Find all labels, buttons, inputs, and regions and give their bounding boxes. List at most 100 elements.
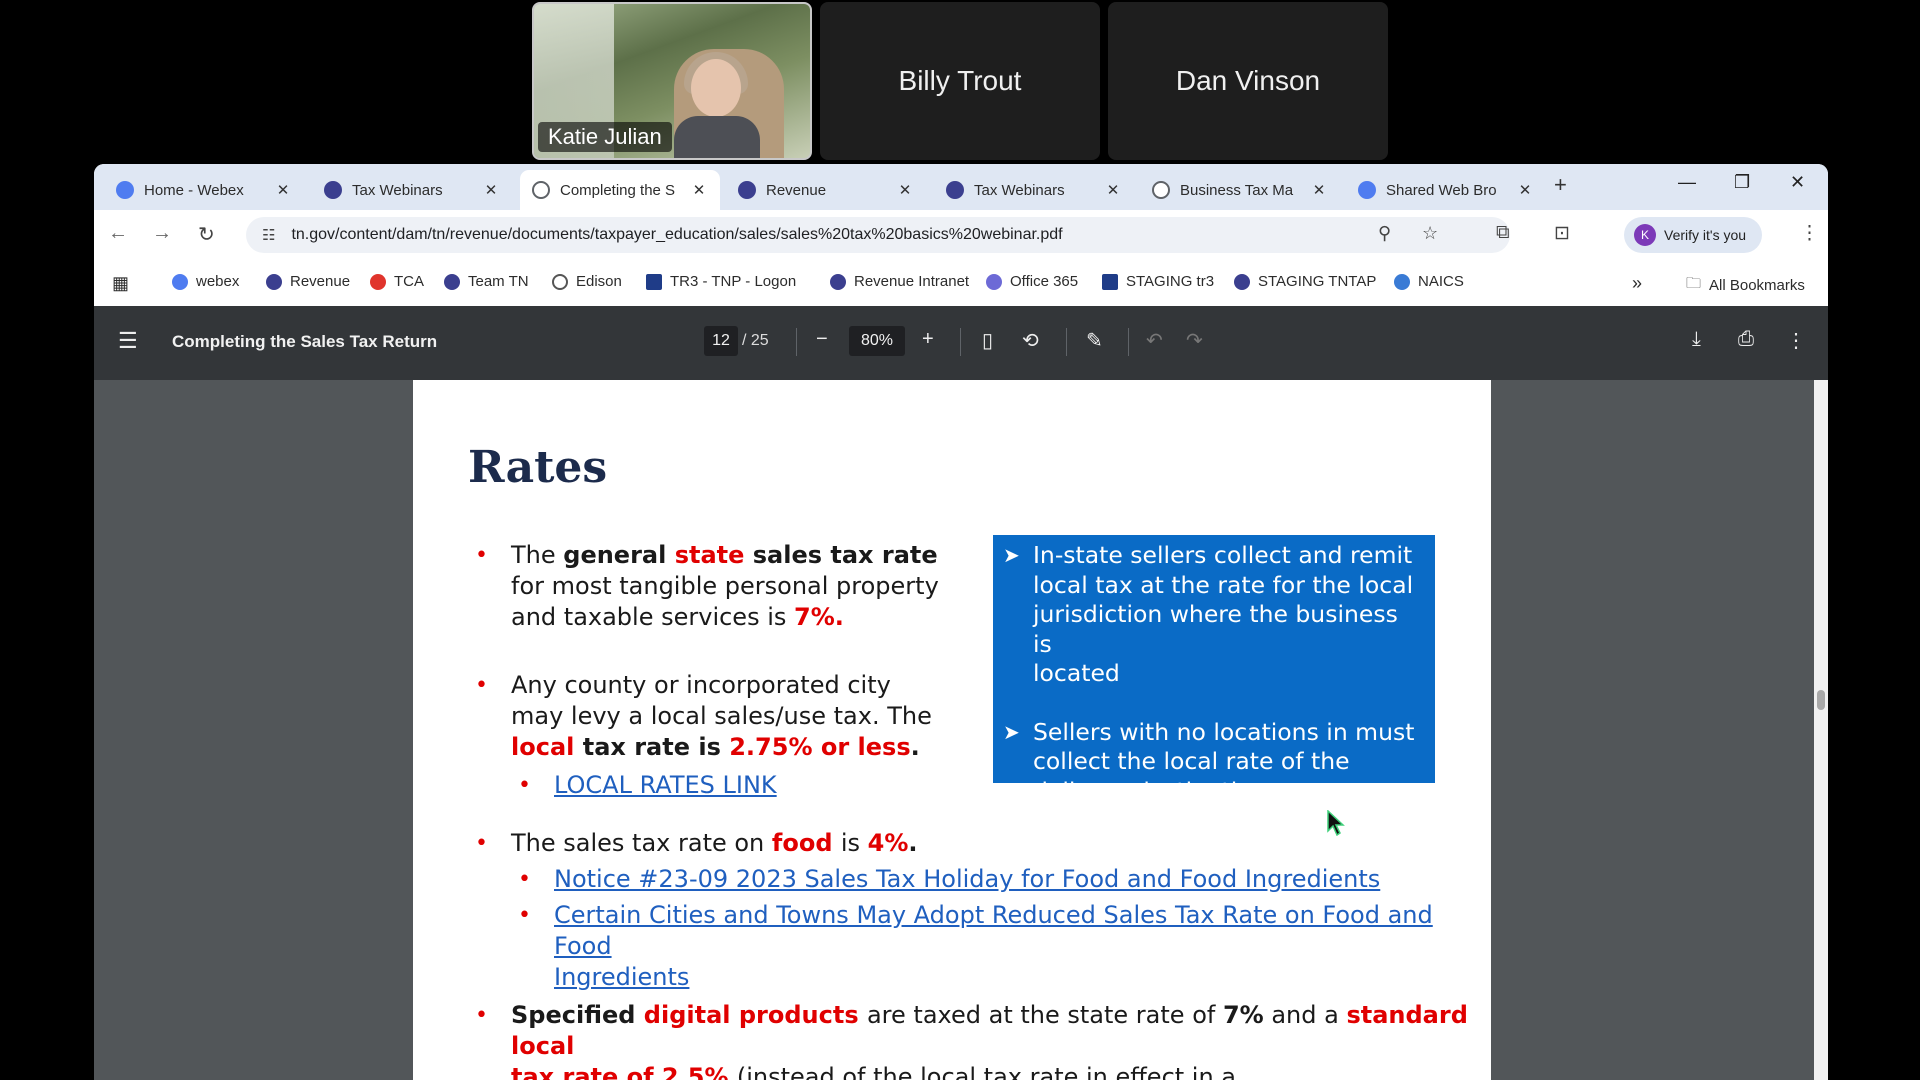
text: sales tax rate bbox=[752, 541, 938, 569]
star-icon[interactable]: ☆ bbox=[1422, 223, 1438, 244]
bookmark-naics[interactable]: NAICS bbox=[1394, 273, 1464, 290]
bookmark-staging-tntap[interactable]: STAGING TNTAP bbox=[1234, 273, 1376, 290]
participant-tile-video[interactable]: Katie Julian bbox=[532, 2, 812, 160]
bookmark-label: Revenue Intranet bbox=[854, 273, 970, 290]
bookmark-team-tn[interactable]: Team TN bbox=[444, 273, 529, 290]
close-icon[interactable]: ✕ bbox=[1516, 181, 1534, 199]
close-window-icon[interactable]: ✕ bbox=[1790, 172, 1805, 193]
text: 7% bbox=[1222, 1001, 1264, 1029]
tn-seal-icon bbox=[444, 273, 460, 290]
zoom-in-icon[interactable]: + bbox=[922, 328, 934, 351]
undo-icon[interactable]: ↶ bbox=[1146, 328, 1163, 353]
notice-link[interactable]: Notice #23-09 2023 Sales Tax Holiday for… bbox=[554, 865, 1380, 893]
tab-tax-webinars-2[interactable]: Tax Webinars ✕ bbox=[934, 170, 1134, 210]
sub-bullet-local-rates: • LOCAL RATES LINK bbox=[518, 770, 777, 801]
verify-label: Verify it's you bbox=[1664, 227, 1747, 243]
bookmark-webex[interactable]: webex bbox=[172, 273, 239, 290]
back-icon[interactable]: ← bbox=[108, 222, 128, 245]
text: Sellers with no locations in must bbox=[1033, 717, 1415, 746]
new-tab-icon[interactable]: + bbox=[1554, 172, 1567, 198]
tn-seal-icon bbox=[946, 181, 964, 199]
text: collect the local rate of the bbox=[1033, 747, 1350, 775]
close-icon[interactable]: ✕ bbox=[896, 181, 914, 199]
apps-icon[interactable]: ▦ bbox=[112, 273, 129, 294]
tab-revenue[interactable]: Revenue ✕ bbox=[726, 170, 926, 210]
scrollbar[interactable] bbox=[1814, 380, 1828, 1080]
tr3-icon bbox=[646, 273, 662, 290]
cities-link[interactable]: Ingredients bbox=[554, 963, 689, 991]
minimize-icon[interactable]: — bbox=[1678, 172, 1696, 193]
close-icon[interactable]: ✕ bbox=[1104, 181, 1122, 199]
tab-business-tax[interactable]: Business Tax Ma ✕ bbox=[1140, 170, 1340, 210]
text: . bbox=[910, 733, 920, 761]
annotate-icon[interactable]: ✎ bbox=[1086, 328, 1103, 353]
text: Any county or incorporated city bbox=[511, 671, 891, 699]
tab-completing-sales-tax[interactable]: Completing the S ✕ bbox=[520, 170, 720, 210]
bookmark-tca[interactable]: TCA bbox=[370, 273, 424, 290]
more-icon[interactable]: ⋮ bbox=[1786, 328, 1806, 353]
arrow-right-icon: ➤ bbox=[1003, 719, 1020, 744]
text: digital products bbox=[643, 1001, 867, 1029]
local-rates-link[interactable]: LOCAL RATES LINK bbox=[554, 771, 777, 799]
text: Specified bbox=[511, 1001, 644, 1029]
more-menu-icon[interactable]: ⋮ bbox=[1800, 222, 1819, 245]
close-icon[interactable]: ✕ bbox=[1310, 181, 1328, 199]
zoom-level-input[interactable]: 80% bbox=[849, 326, 905, 356]
bookmark-staging-tr3[interactable]: STAGING tr3 bbox=[1102, 273, 1214, 290]
download-icon[interactable]: ⤓ bbox=[1692, 328, 1701, 351]
profile-verify-button[interactable]: K Verify it's you bbox=[1624, 217, 1763, 253]
bullet-local-rate: • Any county or incorporated city may le… bbox=[475, 670, 951, 763]
text: are taxed at the state rate of bbox=[866, 1001, 1223, 1029]
chevron-double-right-icon[interactable]: » bbox=[1632, 273, 1642, 294]
text: located bbox=[1033, 659, 1120, 687]
fit-page-icon[interactable]: ▯ bbox=[982, 328, 993, 353]
cities-link[interactable]: Certain Cities and Towns May Adopt Reduc… bbox=[554, 901, 1433, 960]
bookmark-tr3-logon[interactable]: TR3 - TNP - Logon bbox=[646, 273, 796, 290]
participant-tile[interactable]: Billy Trout bbox=[820, 2, 1100, 160]
all-bookmarks-button[interactable]: 🗀 All Bookmarks bbox=[1686, 273, 1805, 298]
pdf-viewer[interactable]: Rates • The general state sales tax rate… bbox=[94, 380, 1828, 1080]
callout-box: ➤ In-state sellers collect and remit loc… bbox=[993, 535, 1435, 805]
text: may levy a local sales/use tax. The bbox=[511, 702, 932, 730]
address-bar[interactable]: ☷ tn.gov/content/dam/tn/revenue/document… bbox=[246, 217, 1510, 253]
tab-title: Home - Webex bbox=[144, 181, 244, 199]
rotate-icon[interactable]: ⟲ bbox=[1022, 328, 1039, 353]
tab-title: Tax Webinars bbox=[974, 181, 1065, 199]
participant-tile[interactable]: Dan Vinson bbox=[1108, 2, 1388, 160]
text: 2.75% or less bbox=[729, 733, 911, 761]
site-info-icon[interactable]: ☷ bbox=[262, 226, 275, 244]
bookmark-revenue[interactable]: Revenue bbox=[266, 273, 350, 290]
text: food bbox=[771, 829, 841, 857]
tab-search-icon[interactable]: ⊡ bbox=[1554, 222, 1570, 245]
bookmark-office-365[interactable]: Office 365 bbox=[986, 273, 1078, 290]
tab-shared-web-browser[interactable]: Shared Web Bro ✕ bbox=[1346, 170, 1546, 210]
scrollbar-thumb[interactable] bbox=[1817, 690, 1825, 710]
participant-name: Dan Vinson bbox=[1175, 65, 1321, 96]
divider bbox=[796, 328, 797, 356]
restore-icon[interactable]: ❐ bbox=[1734, 172, 1750, 193]
redo-icon[interactable]: ↷ bbox=[1186, 328, 1203, 353]
bookmark-edison[interactable]: Edison bbox=[552, 273, 622, 290]
zoom-out-icon[interactable]: − bbox=[816, 328, 828, 351]
menu-icon[interactable]: ☰ bbox=[118, 328, 138, 354]
bookmark-revenue-intranet[interactable]: Revenue Intranet bbox=[830, 273, 969, 290]
tn-seal-icon bbox=[266, 273, 282, 290]
reload-icon[interactable]: ↻ bbox=[198, 222, 215, 247]
forward-icon[interactable]: → bbox=[152, 222, 172, 245]
close-icon[interactable]: ✕ bbox=[274, 181, 292, 199]
folder-icon: 🗀 bbox=[1686, 275, 1702, 292]
tab-tax-webinars[interactable]: Tax Webinars ✕ bbox=[312, 170, 512, 210]
extensions-icon[interactable]: ⧉ bbox=[1496, 222, 1510, 244]
mouse-cursor-icon bbox=[1327, 810, 1345, 836]
globe-icon bbox=[532, 181, 550, 199]
text: local bbox=[511, 733, 583, 761]
page-number-input[interactable]: 12 bbox=[704, 326, 738, 356]
zoom-search-icon[interactable]: ⚲ bbox=[1378, 223, 1391, 244]
bullet-dot: • bbox=[475, 1003, 488, 1028]
close-icon[interactable]: ✕ bbox=[482, 181, 500, 199]
url-text[interactable]: tn.gov/content/dam/tn/revenue/documents/… bbox=[291, 226, 1062, 244]
tab-title: Shared Web Bro bbox=[1386, 181, 1497, 199]
tab-webex-home[interactable]: Home - Webex ✕ bbox=[104, 170, 304, 210]
close-icon[interactable]: ✕ bbox=[690, 181, 708, 199]
print-icon[interactable]: ⎙ bbox=[1738, 328, 1754, 351]
